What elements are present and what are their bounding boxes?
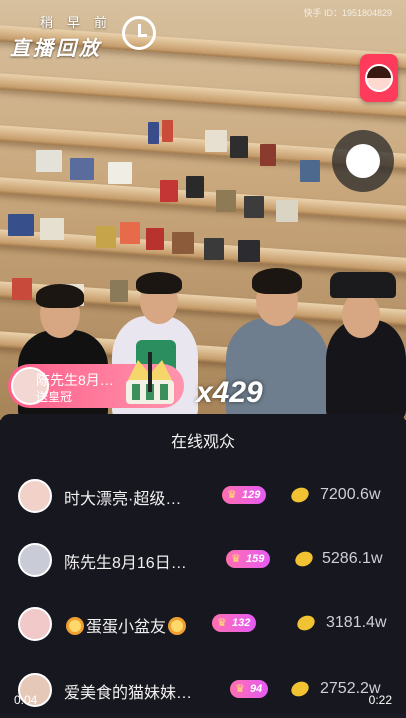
book <box>8 214 34 236</box>
viewer-nickname: 蛋蛋小盆友 <box>86 619 167 636</box>
lion-emoji-icon <box>66 617 84 635</box>
replay-title: 直播回放 <box>10 38 102 60</box>
replay-badge: 稍早前 直播回放 <box>10 10 160 60</box>
viewer-avatar <box>18 479 52 513</box>
lion-emoji-icon <box>168 617 187 635</box>
gift-sender-name: 陈先生8月… <box>36 372 114 388</box>
viewer-score: 7200.6w <box>320 486 381 503</box>
book <box>160 180 178 202</box>
level-badge: 129 <box>222 486 267 504</box>
viewer-nickname: 时大漂亮·超级… <box>64 491 182 508</box>
person-center-left-hair <box>136 272 182 294</box>
book <box>216 190 236 212</box>
viewer-nickname-wrap: 蛋蛋小盆友 <box>64 613 188 637</box>
gift-action: 送皇冠 <box>36 390 73 404</box>
cap-icon <box>330 272 396 298</box>
book <box>148 122 159 144</box>
viewer-row[interactable]: 爱美食的猫妹妹… 94 2752.2w <box>0 664 406 718</box>
book <box>205 130 227 152</box>
bean-icon <box>295 551 313 567</box>
book <box>238 240 260 262</box>
gift-count: x429 <box>196 376 263 409</box>
book <box>162 120 173 142</box>
level-badge: 94 <box>230 680 269 698</box>
level-badge: 159 <box>226 550 271 568</box>
viewer-row[interactable]: 陈先生8月16日… 159 5286.1w <box>0 534 406 588</box>
person-right-head <box>342 292 380 338</box>
bean-icon <box>291 681 309 697</box>
viewer-score: 3181.4w <box>326 614 387 631</box>
book <box>110 280 128 302</box>
circle-icon <box>346 144 380 178</box>
level-badge: 132 <box>212 614 257 632</box>
viewer-row[interactable]: 时大漂亮·超级… 129 7200.6w <box>0 470 406 524</box>
book <box>120 222 140 244</box>
book <box>40 218 64 240</box>
book <box>230 136 248 158</box>
replay-earlier-label: 稍早前 <box>40 15 122 30</box>
viewer-nickname: 爱美食的猫妹妹… <box>64 685 193 702</box>
floating-record-button[interactable] <box>332 130 394 192</box>
book <box>96 226 116 248</box>
book <box>260 144 276 166</box>
online-audience-panel: 在线观众 时大漂亮·超级… 129 7200.6w 陈先生8月16日… 159 … <box>0 414 406 713</box>
book <box>186 176 204 198</box>
book <box>146 228 164 250</box>
viewer-avatar <box>18 607 52 641</box>
panel-title: 在线观众 <box>170 434 235 451</box>
book <box>300 160 320 182</box>
viewer-avatar <box>18 543 52 577</box>
elapsed-time: 0:04 <box>14 693 38 707</box>
person-left-hair <box>36 284 84 308</box>
book <box>204 238 224 260</box>
live-video[interactable] <box>0 0 406 420</box>
crown-gift-icon <box>126 352 174 404</box>
user-id: 快手 ID：1951804829 <box>303 8 392 18</box>
bean-icon <box>291 487 309 503</box>
avatar-icon <box>365 64 393 92</box>
book <box>12 278 32 300</box>
streamer-avatar-button[interactable] <box>360 54 398 102</box>
book <box>70 158 94 180</box>
total-duration: 0:22 <box>368 693 392 707</box>
book <box>172 232 194 254</box>
bean-icon <box>297 615 315 631</box>
viewer-score: 5286.1w <box>322 550 383 567</box>
book <box>108 162 132 184</box>
book <box>36 150 62 172</box>
book <box>276 200 298 222</box>
person-center-right-hair <box>252 268 302 294</box>
clock-icon <box>122 16 156 50</box>
viewer-row[interactable]: 蛋蛋小盆友 132 3181.4w <box>0 598 406 652</box>
viewer-nickname: 陈先生8月16日… <box>64 555 187 572</box>
book <box>244 196 264 218</box>
